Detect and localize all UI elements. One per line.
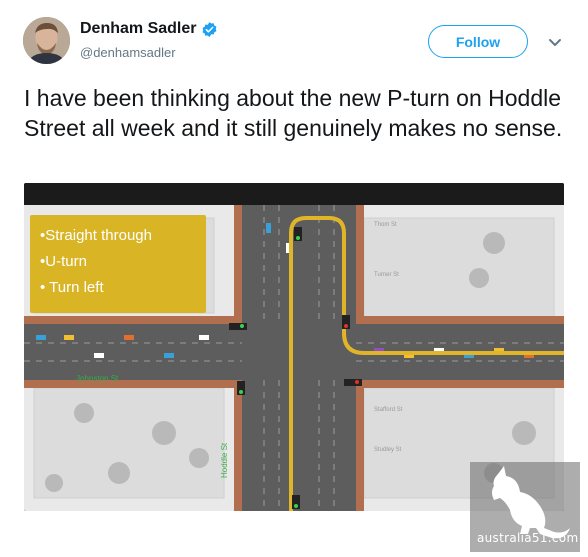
tweet-text: I have been thinking about the new P-tur… [24,85,563,141]
legend-item-straight: •Straight through [40,227,152,244]
street-label-turner: Turner St [374,272,399,278]
chevron-down-icon[interactable] [545,32,565,52]
street-label-hoddle: Hoddle St [220,442,229,478]
tweet-card: Denham Sadler @denhamsadler Follow I hav… [0,0,588,557]
avatar[interactable] [23,17,70,64]
street-label-studley: Studley St [374,447,402,453]
user-handle[interactable]: @denhamsadler [80,45,176,60]
legend-item-uturn: •U-turn [40,253,87,270]
street-label-thom: Thom St [374,222,397,228]
street-label-johnston: Johnston St [76,374,119,383]
follow-button[interactable]: Follow [428,25,528,58]
display-name[interactable]: Denham Sadler [80,20,196,38]
street-label-stafford: Stafford St [374,407,403,413]
map-legend: •Straight through •U-turn • Turn left [30,215,206,313]
legend-item-turn-left: • Turn left [40,279,104,296]
author-name-row: Denham Sadler [80,20,218,38]
verified-badge-icon [201,21,218,38]
watermark-text: australia51.com [477,531,579,545]
